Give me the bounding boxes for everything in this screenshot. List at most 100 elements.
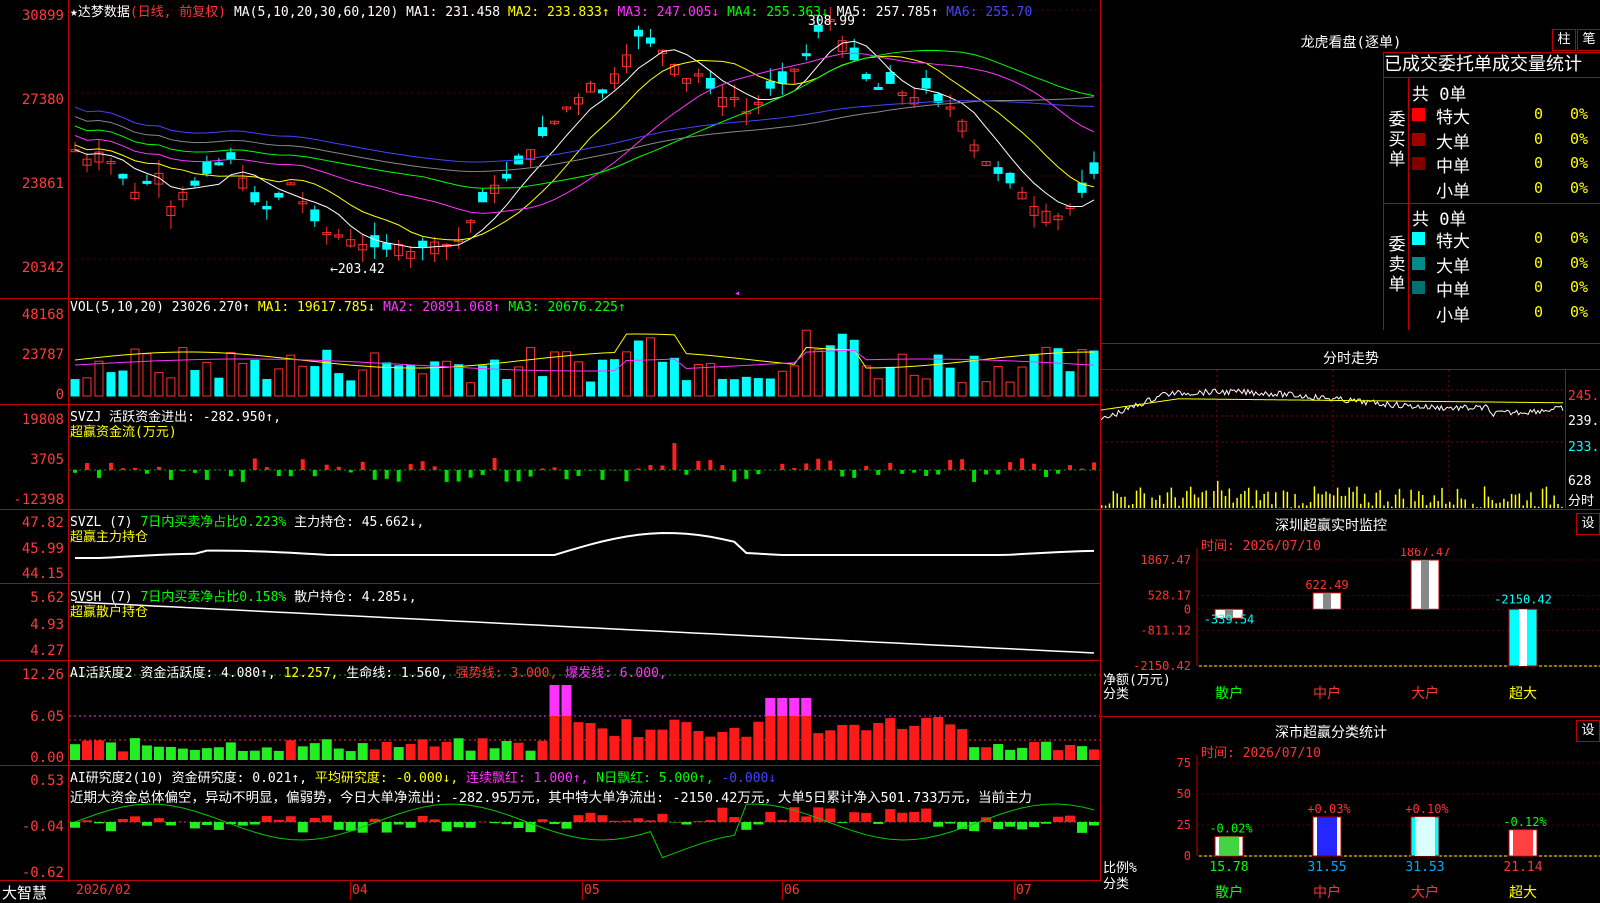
svzj-bar <box>600 470 604 480</box>
ai1-bar <box>693 731 703 760</box>
ai1-bar <box>825 730 835 760</box>
ma-line <box>75 50 1094 188</box>
classify-settings-button[interactable]: 设 <box>1576 720 1600 742</box>
fenshi-volume-bar <box>1495 503 1497 508</box>
fenshi-volume-bar <box>1263 494 1265 508</box>
svzj-bar <box>960 459 964 470</box>
volume-bar <box>467 383 475 396</box>
ai1-bar <box>346 751 356 760</box>
ai2-description: 近期大资金总体偏空，异动不明显，偏弱势，今日大单净流出: -282.95万元，其… <box>70 786 1098 806</box>
volume-bar <box>251 360 259 396</box>
intraday-chart[interactable] <box>1101 370 1565 508</box>
ai2-bar <box>142 822 152 826</box>
ai2-bar <box>130 816 140 822</box>
volume-bar <box>539 377 547 396</box>
svzj-bar <box>253 459 257 470</box>
monitor-category-label: 散户 <box>1215 685 1243 702</box>
svzj-bar <box>696 461 700 470</box>
sell-row-count: 0 <box>1534 278 1543 296</box>
monitor-y-label: -2150.42 <box>1133 659 1191 673</box>
candle-body <box>886 73 894 84</box>
volume-bar <box>431 362 439 396</box>
fenshi-volume-bar <box>1403 499 1405 508</box>
monitor-value-label: -339.54 <box>1204 612 1255 626</box>
fenshi-volume-bar <box>1225 496 1227 508</box>
ai2-bar <box>454 822 464 827</box>
monitor-y-label: -811.12 <box>1140 624 1191 638</box>
fenshi-volume-bar <box>1538 507 1540 508</box>
lhb-stats-tab[interactable]: 已成交委托单成交量统计 <box>1383 52 1600 78</box>
ai2-bar <box>729 817 739 822</box>
price-axis-label: 23861 <box>0 176 64 192</box>
fenshi-volume-bar <box>1414 501 1416 508</box>
tick-view-button[interactable]: 笔 <box>1577 29 1600 51</box>
bar-view-button[interactable]: 柱 <box>1552 29 1576 51</box>
fenshi-volume-bar <box>1511 494 1513 508</box>
svzl-axis-label: 44.15 <box>0 566 64 582</box>
volume-bar <box>802 330 810 396</box>
ai1-bar <box>430 746 440 760</box>
ai1-bar <box>729 728 739 760</box>
svzj-bar <box>97 470 101 478</box>
monitor-y-label: 1867.47 <box>1140 553 1191 567</box>
fenshi-volume-bar <box>1360 504 1362 508</box>
volume-bar <box>1054 349 1062 396</box>
ai2-bar <box>262 816 272 822</box>
candle-body <box>1006 173 1014 182</box>
fenshi-volume-bar <box>1267 492 1269 508</box>
svsh-subtitle: 超赢散户持仓 <box>70 601 148 620</box>
volume-bar <box>814 350 822 396</box>
monitor-settings-button[interactable]: 设 <box>1576 513 1600 535</box>
volume-bar <box>970 356 978 396</box>
svzj-bar <box>1044 470 1048 477</box>
fenshi-volume-bar <box>1271 504 1273 508</box>
x-tick <box>350 882 351 900</box>
fenshi-volume-bar <box>1476 507 1478 508</box>
fenshi-volume-bar <box>1236 498 1238 508</box>
fenshi-volume-bar <box>1434 495 1436 508</box>
lhb-divider <box>1384 203 1600 204</box>
fenshi-volume-bar <box>1550 505 1552 508</box>
volume-bar <box>646 338 654 396</box>
fenshi-volume-bar <box>1132 504 1134 508</box>
svzl-axis-label: 47.82 <box>0 515 64 531</box>
ai1-bar <box>933 717 943 760</box>
ai1-burst-bar <box>550 685 560 716</box>
svzj-bar <box>457 470 461 482</box>
ai1-bar <box>981 747 991 760</box>
candle-body <box>646 38 654 43</box>
fenshi-volume-bar <box>1522 506 1524 508</box>
fenshi-volume-bar <box>1136 491 1138 508</box>
fenshi-volume-bar <box>1337 488 1339 508</box>
fenshi-volume-bar <box>1294 494 1296 508</box>
monitor-y-label: 528.17 <box>1148 588 1191 602</box>
fenshi-volume-bar <box>1298 505 1300 508</box>
classify-y-label: 0 <box>1184 849 1191 863</box>
volume-bar <box>503 379 511 396</box>
indicator-charts[interactable] <box>69 0 1100 880</box>
x-axis-label: 06 <box>784 883 800 898</box>
volume-bar <box>299 366 307 396</box>
volume-bar <box>119 371 127 396</box>
ai2-title: AI研究度2(10) <box>70 771 164 786</box>
candle-body <box>311 210 319 221</box>
fenshi-volume-bar <box>1321 494 1323 508</box>
ma6-value: MA6: 255.70 <box>946 5 1032 20</box>
fenshi-volume-bar <box>1186 491 1188 508</box>
ai2-bar <box>274 820 284 822</box>
fenshi-volume-bar <box>1391 507 1393 508</box>
fenshi-volume-bar <box>1341 496 1343 508</box>
sell-row-swatch <box>1412 306 1425 319</box>
ai2-bar <box>933 822 943 827</box>
low-price-label: ←203.42 <box>330 262 385 277</box>
svzj-bar <box>241 470 245 482</box>
classify-bar-shade <box>1513 830 1533 856</box>
ai2-bar <box>430 819 440 822</box>
ai2-bar <box>394 822 404 825</box>
classify-title: 深市超赢分类统计 <box>1101 722 1561 742</box>
volume-bar <box>407 365 415 396</box>
ai1-burst-bar <box>777 698 787 716</box>
ai2-research: 资金研究度: 0.021↑, <box>172 771 307 786</box>
svzj-bar <box>948 460 952 470</box>
svzj-bar <box>684 470 688 475</box>
